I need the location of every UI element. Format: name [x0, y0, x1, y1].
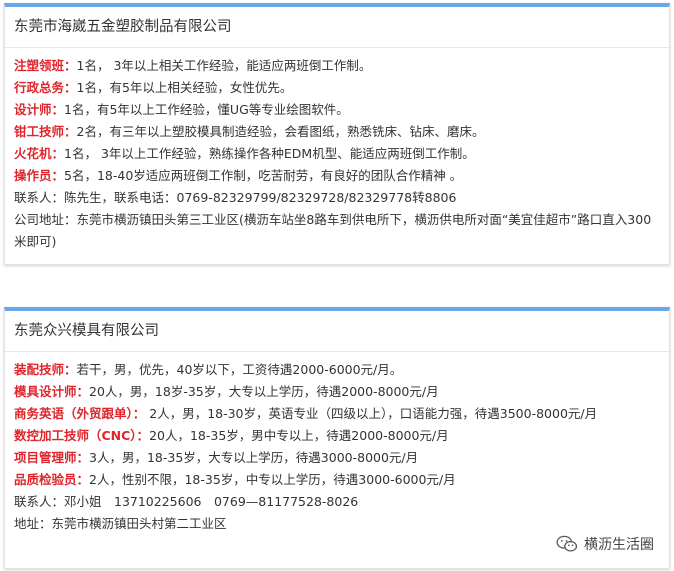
job-row: 设计师：1名，有5年以上工作经验，懂UG等专业绘图软件。 [14, 99, 661, 121]
job-row: 行政总务：1名，有5年以上相关经验，女性优先。 [14, 77, 661, 99]
company-address: 公司地址：东莞市横沥镇田头第三工业区(横沥车站坐8路车到供电所下，横沥供电所对面… [14, 212, 652, 249]
job-row: 操作员：5名，18-40岁适应两班倒工作制，吃苦耐劳，有良好的团队合作精神 。 [14, 165, 661, 187]
job-title: 品质检验员： [14, 472, 90, 487]
job-title: 钳工技师： [14, 124, 77, 139]
job-row: 装配技师：若干，男，优先，40岁以下，工资待遇2000-6000元/月。 [14, 359, 661, 381]
job-title: 操作员： [14, 168, 65, 183]
watermark-text: 横沥生活圈 [584, 537, 654, 553]
job-desc: 5名，18-40岁适应两班倒工作制，吃苦耐劳，有良好的团队合作精神 。 [64, 168, 463, 183]
watermark: 横沥生活圈 [556, 534, 654, 554]
job-row: 注塑领班：1名， 3年以上相关工作经验，能适应两班倒工作制。 [14, 55, 661, 77]
job-title: 火花机： [14, 146, 65, 161]
company-title: 东莞市海崴五金塑胶制品有限公司 [5, 7, 669, 48]
job-title: 项目管理师： [14, 450, 90, 465]
job-title: 数控加工技师（CNC）： [14, 428, 150, 443]
contact-info: 联系人：邓小姐 13710225606 0769—81177528-8026 [14, 494, 359, 509]
job-row: 商务英语（外贸跟单）： 2人，男，18-30岁，英语专业（四级以上），口语能力强… [14, 403, 661, 425]
job-desc: 1名， 3年以上工作经验，熟练操作各种EDM机型、能适应两班倒工作制。 [64, 146, 475, 161]
job-title: 装配技师： [14, 362, 77, 377]
job-title: 设计师： [14, 102, 65, 117]
job-desc: 3人，男，18-35岁，大专以上学历，待遇3000-8000元/月 [89, 450, 419, 465]
company-address: 地址：东莞市横沥镇田头村第二工业区 [14, 516, 227, 531]
contact-info: 联系人：陈先生，联系电话：0769-82329799/82329728/8232… [14, 190, 457, 205]
company-title: 东莞众兴模具有限公司 [5, 311, 669, 352]
wechat-icon [556, 535, 578, 552]
job-list: 装配技师：若干，男，优先，40岁以下，工资待遇2000-6000元/月。 模具设… [5, 352, 669, 535]
job-title: 模具设计师： [14, 384, 90, 399]
company-card-haiwei: 东莞市海崴五金塑胶制品有限公司 注塑领班：1名， 3年以上相关工作经验，能适应两… [4, 3, 670, 265]
job-row: 模具设计师：20人，男，18岁-35岁，大专以上学历，待遇2000-8000元/… [14, 381, 661, 403]
job-row: 钳工技师：2名，有三年以上塑胶模具制造经验，会看图纸，熟悉铣床、钻床、磨床。 [14, 121, 661, 143]
job-title: 注塑领班： [14, 58, 77, 73]
job-title: 商务英语（外贸跟单）： [14, 406, 146, 421]
job-desc: 20人，18-35岁，男中专以上，待遇2000-8000元/月 [149, 428, 449, 443]
job-title: 行政总务： [14, 80, 77, 95]
job-desc: 2人，性别不限，18-35岁，中专以上学历，待遇3000-6000元/月 [89, 472, 456, 487]
job-row: 数控加工技师（CNC）：20人，18-35岁，男中专以上，待遇2000-8000… [14, 425, 661, 447]
job-desc: 1名， 3年以上相关工作经验，能适应两班倒工作制。 [76, 58, 372, 73]
job-desc: 2人，男，18-30岁，英语专业（四级以上），口语能力强，待遇3500-8000… [145, 406, 598, 421]
job-row: 品质检验员：2人，性别不限，18-35岁，中专以上学历，待遇3000-6000元… [14, 469, 661, 491]
job-desc: 若干，男，优先，40岁以下，工资待遇2000-6000元/月。 [76, 362, 403, 377]
job-desc: 1名，有5年以上工作经验，懂UG等专业绘图软件。 [64, 102, 349, 117]
job-row: 火花机：1名， 3年以上工作经验，熟练操作各种EDM机型、能适应两班倒工作制。 [14, 143, 661, 165]
job-desc: 1名，有5年以上相关经验，女性优先。 [76, 80, 293, 95]
job-list: 注塑领班：1名， 3年以上相关工作经验，能适应两班倒工作制。 行政总务：1名，有… [5, 48, 669, 253]
job-desc: 2名，有三年以上塑胶模具制造经验，会看图纸，熟悉铣床、钻床、磨床。 [76, 124, 485, 139]
job-row: 项目管理师：3人，男，18-35岁，大专以上学历，待遇3000-8000元/月 [14, 447, 661, 469]
job-desc: 20人，男，18岁-35岁，大专以上学历，待遇2000-8000元/月 [89, 384, 439, 399]
company-card-zhongxing: 东莞众兴模具有限公司 装配技师：若干，男，优先，40岁以下，工资待遇2000-6… [4, 307, 670, 569]
